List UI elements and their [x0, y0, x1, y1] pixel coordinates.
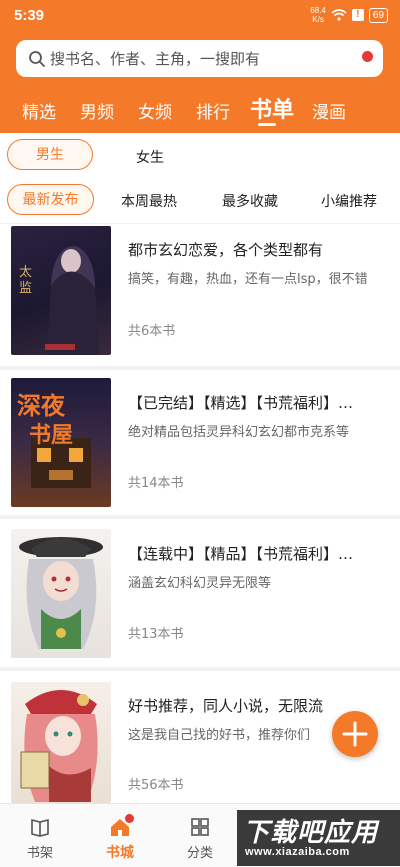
svg-text:深夜: 深夜 — [17, 391, 66, 420]
wifi-icon — [331, 9, 347, 21]
tab-label: 分类 — [186, 846, 213, 861]
gender-filter-male[interactable]: 男生 — [7, 139, 93, 170]
booklist-desc: 这是我自己找的好书，推荐你们 — [128, 728, 311, 743]
booklist-cover — [11, 682, 111, 803]
battery-icon: 69 — [368, 7, 388, 23]
booklist-count: 共6本书 — [128, 324, 176, 339]
gender-filter-female[interactable]: 女生 — [136, 147, 164, 167]
booklist-cover: 深夜 书屋 — [11, 378, 111, 507]
booklist-card[interactable]: 深夜 书屋 【已完结】【精选】【书荒福利】… 绝对精品包括灵异科幻玄幻都市克系等… — [0, 370, 400, 515]
notification-dot — [362, 51, 373, 62]
status-icons: 68.4 K/s ! 69 — [310, 6, 388, 24]
watermark-url: www.xiazaiba.com — [245, 846, 350, 858]
booklist-card[interactable]: 【连载中】【精品】【书荒福利】… 涵盖玄幻科幻灵异无限等 共13本书 — [0, 519, 400, 667]
booklist-count: 共56本书 — [128, 778, 184, 793]
watermark-text: 下载吧应用 — [243, 818, 379, 848]
booklist-desc: 搞笑，有趣，热血，还有一点lsp，很不错 — [128, 272, 368, 287]
search-input[interactable]: 搜书名、作者、主角，一搜即有 — [50, 48, 260, 69]
booklist-title: 都市玄幻恋爱，各个类型都有 — [128, 241, 324, 259]
booklist-title: 【连载中】【精品】【书荒福利】… — [128, 545, 354, 563]
nav-tab-nanpin[interactable]: 男频 — [80, 98, 114, 123]
book-icon — [31, 818, 49, 837]
tab-badge-dot — [125, 814, 134, 823]
plus-icon — [342, 721, 368, 747]
watermark-logo: 下载吧应用 www.xiazaiba.com — [237, 810, 400, 866]
booklist-count: 共14本书 — [128, 476, 184, 491]
tab-category[interactable]: 分类 — [165, 804, 235, 867]
booklist-count: 共13本书 — [128, 627, 184, 642]
booklist-cover — [11, 529, 111, 658]
booklist-cover: 太 监 — [11, 226, 111, 355]
tab-bookshelf[interactable]: 书架 — [5, 804, 75, 867]
nav-tab-nvpin[interactable]: 女频 — [138, 98, 172, 123]
status-time: 5:39 — [14, 7, 45, 24]
booklist-card[interactable]: 太 监 都市玄幻恋爱，各个类型都有 搞笑，有趣，热血，还有一点lsp，很不错 共… — [0, 224, 400, 366]
booklist-desc: 绝对精品包括灵异科幻玄幻都市克系等 — [128, 425, 350, 440]
network-speed: 68.4 K/s — [310, 6, 326, 24]
search-icon — [29, 50, 45, 67]
tab-bookstore[interactable]: 书城 — [85, 804, 155, 867]
sort-filter-editor-pick[interactable]: 小编推荐 — [321, 191, 377, 211]
top-nav: 精选 男频 女频 排行 书单 漫画 — [0, 92, 400, 126]
alert-icon: ! — [351, 9, 364, 21]
nav-active-indicator — [258, 123, 276, 126]
add-booklist-button[interactable] — [332, 711, 378, 757]
nav-tab-jingxuan[interactable]: 精选 — [22, 98, 56, 123]
grid-icon — [191, 818, 209, 836]
sort-filter-latest[interactable]: 最新发布 — [7, 184, 94, 215]
sort-filter-weekly-hot[interactable]: 本周最热 — [121, 191, 177, 211]
sort-filter-most-fav[interactable]: 最多收藏 — [222, 191, 278, 211]
status-bar: 5:39 68.4 K/s ! 69 — [0, 0, 400, 30]
tab-label: 书城 — [106, 845, 134, 861]
svg-text:书屋: 书屋 — [29, 422, 73, 448]
svg-text:太: 太 — [19, 265, 32, 280]
booklist-title: 【已完结】【精选】【书荒福利】… — [128, 394, 354, 412]
nav-tab-shudan[interactable]: 书单 — [250, 92, 294, 124]
tab-label: 书架 — [26, 846, 53, 861]
nav-tab-manhua[interactable]: 漫画 — [312, 98, 346, 123]
svg-text:监: 监 — [19, 281, 32, 296]
booklist-desc: 涵盖玄幻科幻灵异无限等 — [128, 576, 272, 591]
nav-tab-paihang[interactable]: 排行 — [196, 98, 230, 123]
search-bar[interactable]: 搜书名、作者、主角，一搜即有 — [16, 40, 383, 77]
